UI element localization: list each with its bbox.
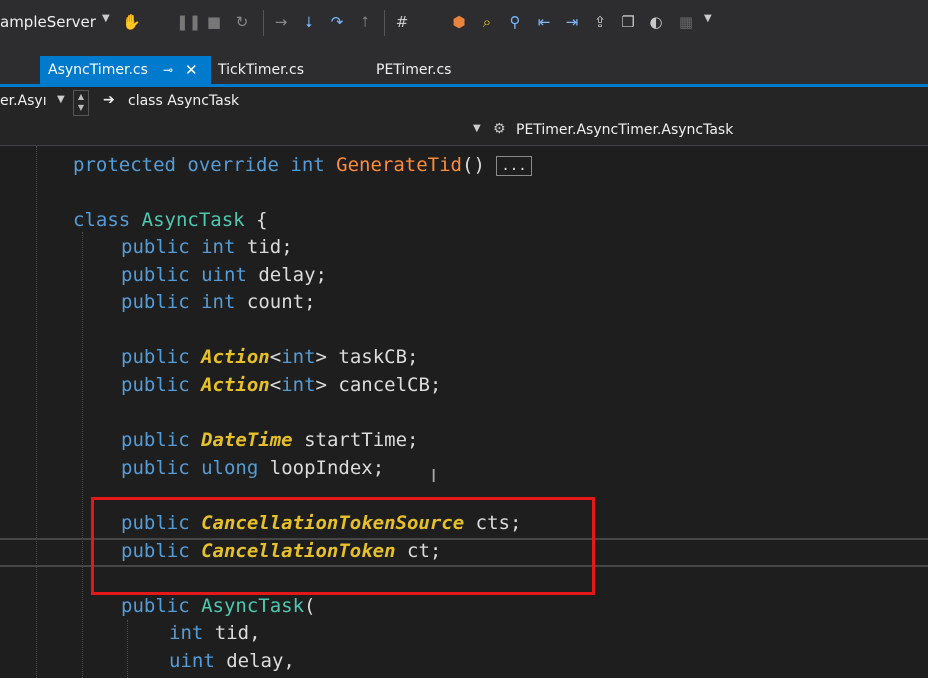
breakpoint-icon[interactable]: ⬢ xyxy=(450,12,468,32)
tab-asynctimer[interactable]: AsyncTimer.cs ⊸ ✕ xyxy=(40,56,211,86)
find-icon[interactable]: ⌕ xyxy=(478,12,496,32)
right-arrow-icon[interactable]: ⇥ xyxy=(563,12,581,32)
step-over-icon[interactable]: ↷ xyxy=(328,12,346,32)
hand-icon[interactable]: ✋ xyxy=(122,12,141,32)
code-line[interactable]: public ulong loopIndex; xyxy=(121,455,384,482)
member-combo[interactable]: PETimer.AsyncTimer.AsyncTask xyxy=(516,122,733,138)
tab-ticktimer[interactable]: TickTimer.cs xyxy=(210,56,360,86)
toggle-icon[interactable]: ◐ xyxy=(647,12,665,32)
code-line[interactable]: uint delay, xyxy=(169,648,295,675)
code-editor[interactable]: protected override int GenerateTid() ...… xyxy=(0,146,928,678)
code-line[interactable]: public uint delay; xyxy=(121,262,327,289)
arrow-right-icon: ➔ xyxy=(103,92,115,108)
close-icon[interactable]: ✕ xyxy=(185,56,198,84)
stop-icon[interactable]: ■ xyxy=(205,12,223,32)
grid-icon[interactable]: ▦ xyxy=(677,12,695,32)
class-member-icon: ⚙ xyxy=(493,121,506,137)
tab-label: PETimer.cs xyxy=(376,62,452,78)
chevron-down-icon[interactable]: ▼ xyxy=(473,123,481,134)
restart-icon[interactable]: ↻ xyxy=(233,12,251,32)
overflow-chevron-icon[interactable]: ▼ xyxy=(704,13,712,24)
chevron-down-icon[interactable]: ▼ xyxy=(57,94,65,105)
class-combo[interactable]: class AsyncTask xyxy=(128,93,239,109)
arrow-right-icon[interactable]: → xyxy=(272,12,290,32)
collapsed-region-button[interactable]: ... xyxy=(496,155,532,176)
code-line[interactable]: public Action<int> taskCB; xyxy=(121,344,419,371)
open-folder-icon[interactable]: ⇪ xyxy=(591,12,609,32)
tab-label: AsyncTimer.cs xyxy=(48,62,148,78)
code-line[interactable]: public AsyncTask( xyxy=(121,593,316,620)
code-line[interactable]: protected override int GenerateTid() ... xyxy=(73,152,532,179)
project-combo[interactable]: er.Asyı xyxy=(0,93,47,109)
step-out-icon[interactable]: ⭡ xyxy=(356,12,374,32)
indent-guide xyxy=(82,232,83,678)
tab-label: TickTimer.cs xyxy=(218,62,304,78)
spin-icon[interactable]: ▲ ▼ xyxy=(73,90,89,116)
code-line[interactable]: public DateTime startTime; xyxy=(121,427,418,454)
copy-icon[interactable]: ❐ xyxy=(619,12,637,32)
pause-icon[interactable]: ❚❚ xyxy=(176,12,201,32)
toolbar-separator xyxy=(384,10,385,36)
code-line[interactable]: public int count; xyxy=(121,289,316,316)
mouse-ibeam-cursor: I xyxy=(431,466,437,487)
highlight-annotation-box xyxy=(91,497,595,595)
member-navigation-bar: ▼ ⚙ PETimer.AsyncTimer.AsyncTask xyxy=(0,117,928,146)
left-arrow-icon[interactable]: ⇤ xyxy=(535,12,553,32)
hash-icon[interactable]: # xyxy=(393,12,411,32)
toolbar-separator xyxy=(263,10,264,36)
code-line[interactable]: public int tid; xyxy=(121,234,293,261)
code-line[interactable]: int tid, xyxy=(169,620,261,647)
chevron-down-icon[interactable]: ▼ xyxy=(102,13,110,24)
navigation-bar: er.Asyı ▼ ▲ ▼ ➔ class AsyncTask xyxy=(0,87,928,117)
debug-toolbar: ampleServer ▼ ✋ ❚❚ ■ ↻ → ⭣ ↷ ⭡ # ⬢ ⌕ ⚲ ⇤… xyxy=(0,0,928,50)
pin-icon[interactable]: ⊸ xyxy=(163,56,173,84)
code-line[interactable]: class AsyncTask { xyxy=(73,207,268,234)
indent-guide xyxy=(36,146,37,678)
indent-guide xyxy=(127,620,128,678)
code-line[interactable]: public Action<int> cancelCB; xyxy=(121,372,441,399)
startup-project-label[interactable]: ampleServer xyxy=(0,13,96,31)
tab-petimer[interactable]: PETimer.cs xyxy=(368,56,518,86)
step-into-icon[interactable]: ⭣ xyxy=(300,12,318,32)
search-icon[interactable]: ⚲ xyxy=(506,12,524,32)
document-tabs: AsyncTimer.cs ⊸ ✕ TickTimer.cs PETimer.c… xyxy=(0,50,928,86)
